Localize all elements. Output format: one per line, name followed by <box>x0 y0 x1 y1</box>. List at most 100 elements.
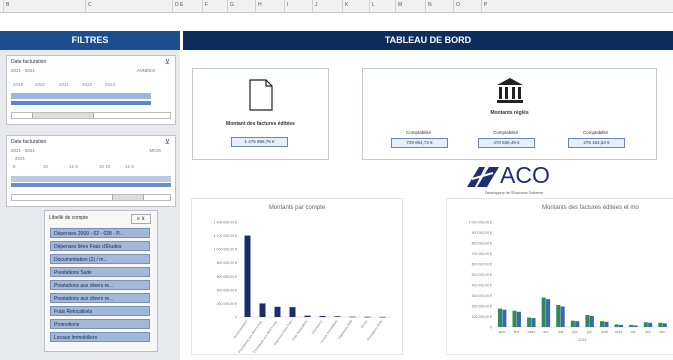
slicer-item[interactable]: Frais Relocalisés <box>50 306 150 316</box>
accounts-chart[interactable]: Montants par compte 1 400 000,00 €1 200 … <box>191 198 403 355</box>
bar <box>527 317 532 327</box>
column-header[interactable]: L <box>372 2 375 8</box>
y-tick-label: 800 000,00 € <box>472 242 492 246</box>
bar <box>633 325 638 327</box>
x-tick-label: nov. <box>645 330 651 334</box>
x-tick-label: Promotions <box>311 319 324 335</box>
y-tick-label: 1 200 000,00 € <box>214 234 237 238</box>
timeline-level-text[interactable]: MOIS <box>149 148 161 153</box>
column-header[interactable]: I <box>287 2 288 8</box>
timeline-selected-bar[interactable] <box>11 101 151 105</box>
timeline-scrollbar[interactable] <box>11 194 171 201</box>
column-divider <box>312 0 313 12</box>
bar <box>541 297 546 327</box>
bar <box>334 316 341 317</box>
x-tick-label: oct. <box>631 330 637 334</box>
column-header[interactable]: P <box>484 2 487 8</box>
bar <box>614 324 619 327</box>
x-tick-label: mars <box>528 330 536 334</box>
x-tick-label: févr. <box>514 330 521 334</box>
payments-card: Montants réglés Comptabilité 729 864,73 … <box>362 68 657 160</box>
x-axis-label: 2021 <box>578 338 586 342</box>
column-header[interactable]: D E <box>175 2 183 8</box>
y-tick-label: 200 000,00 € <box>472 305 492 309</box>
slicer-item[interactable]: Promotions <box>50 319 150 329</box>
timeline-bar[interactable] <box>11 176 171 182</box>
bar <box>643 322 648 327</box>
payment-label: Comptabilité <box>405 130 431 135</box>
timeline-filter-years[interactable]: Date facturation ⊻ 2021 - 2021 ANNÉES 20… <box>6 55 176 125</box>
bar <box>658 322 663 327</box>
slicer-clear-button[interactable]: ≡ ⊻ <box>131 214 151 224</box>
x-tick-label: janv. <box>498 330 506 334</box>
column-header[interactable]: F <box>205 2 208 8</box>
column-divider <box>3 0 4 12</box>
x-tick-label: Frais Relocalisés <box>291 319 308 342</box>
x-tick-label: Dépenses 2009 <box>337 319 353 340</box>
clear-filter-icon[interactable]: ⊻ <box>165 138 170 146</box>
payment-label: Comptabilité <box>582 130 608 135</box>
bar <box>289 307 296 317</box>
y-tick-label: 400 000,00 € <box>217 288 237 292</box>
column-header[interactable]: J <box>315 2 318 8</box>
slicer-item[interactable]: Locaux Immobiliers <box>50 332 150 342</box>
timeline-scrollbar[interactable] <box>11 112 171 119</box>
timeline-bar[interactable] <box>11 93 151 99</box>
column-header[interactable]: H <box>258 2 262 8</box>
slicer-item[interactable]: Prestations aux divers re... <box>50 293 150 303</box>
column-divider <box>395 0 396 12</box>
column-divider <box>202 0 203 12</box>
bar <box>274 306 281 317</box>
column-header[interactable]: K <box>345 2 348 8</box>
invoices-value[interactable]: 1 475 865,75 € <box>231 137 288 147</box>
bar <box>516 311 521 327</box>
column-header[interactable]: O <box>456 2 460 8</box>
logo-mark-icon <box>467 167 499 187</box>
bar <box>497 308 502 327</box>
payments-title: Montants réglés <box>490 110 529 116</box>
column-divider <box>284 0 285 12</box>
x-tick-label: mai <box>558 330 564 334</box>
column-divider <box>453 0 454 12</box>
payment-value[interactable]: 275 164,53 € <box>568 138 625 148</box>
bar <box>560 306 565 327</box>
account-slicer[interactable]: Libellé de compte ≡ ⊻ Dépenses 2009 - 02… <box>44 210 158 352</box>
clear-filter-icon[interactable]: ⊻ <box>165 58 170 66</box>
monthly-chart[interactable]: Montants des factures éditées et mo 1 00… <box>446 198 673 355</box>
column-header[interactable]: B <box>6 2 9 8</box>
accounts-bar-chart: 1 400 000,00 € 1 200 000,00 € 1 000 000,00… <box>214 221 390 354</box>
column-header[interactable]: G <box>230 2 234 8</box>
x-tick-label: juil. <box>586 330 592 334</box>
payment-value[interactable]: 729 864,73 € <box>391 138 448 148</box>
y-tick-label: 200 000,00 € <box>217 302 237 306</box>
slicer-item[interactable]: Documentation (2) / m... <box>50 254 150 264</box>
slicer-item[interactable]: Dépenses liées Frais d'Études <box>50 241 150 251</box>
x-tick-label: déc. <box>659 330 666 334</box>
bar <box>259 303 266 317</box>
column-divider <box>227 0 228 12</box>
column-header[interactable]: C <box>88 2 92 8</box>
column-header[interactable]: M <box>398 2 402 8</box>
slicer-item[interactable]: Dépenses 2009 - 02 - 028 - P... <box>50 228 150 238</box>
bar <box>604 321 609 327</box>
logo-text: ACO <box>500 162 550 188</box>
slicer-item[interactable]: Prestations aux divers re... <box>50 280 150 290</box>
timeline-filter-months[interactable]: Date facturation ⊻ 2021 - 2021 MOIS 2021… <box>6 135 176 207</box>
x-tick-label: août <box>601 330 608 334</box>
invoices-label: Montant des factures éditées <box>226 121 295 127</box>
column-header[interactable]: N <box>428 2 432 8</box>
y-tick-label: 600 000,00 € <box>217 275 237 279</box>
payment-value[interactable]: 470 836,49 € <box>478 138 535 148</box>
monthly-bar-chart: 1 000 000,00 € 900 000,00 € 800 000,00 € 70… <box>469 221 670 342</box>
slicer-title: Libellé de compte <box>49 215 89 221</box>
slicer-item[interactable]: Prestations Suite <box>50 267 150 277</box>
timeline-filter-label: Date facturation <box>11 59 47 65</box>
bar <box>570 320 575 327</box>
timeline-selected-bar[interactable] <box>11 183 171 187</box>
bar <box>648 322 653 327</box>
x-tick-label: Documentation <box>233 319 249 339</box>
bar <box>629 324 634 327</box>
timeline-level-text[interactable]: ANNÉES <box>136 68 155 73</box>
bar <box>502 309 507 327</box>
bar <box>304 315 311 317</box>
